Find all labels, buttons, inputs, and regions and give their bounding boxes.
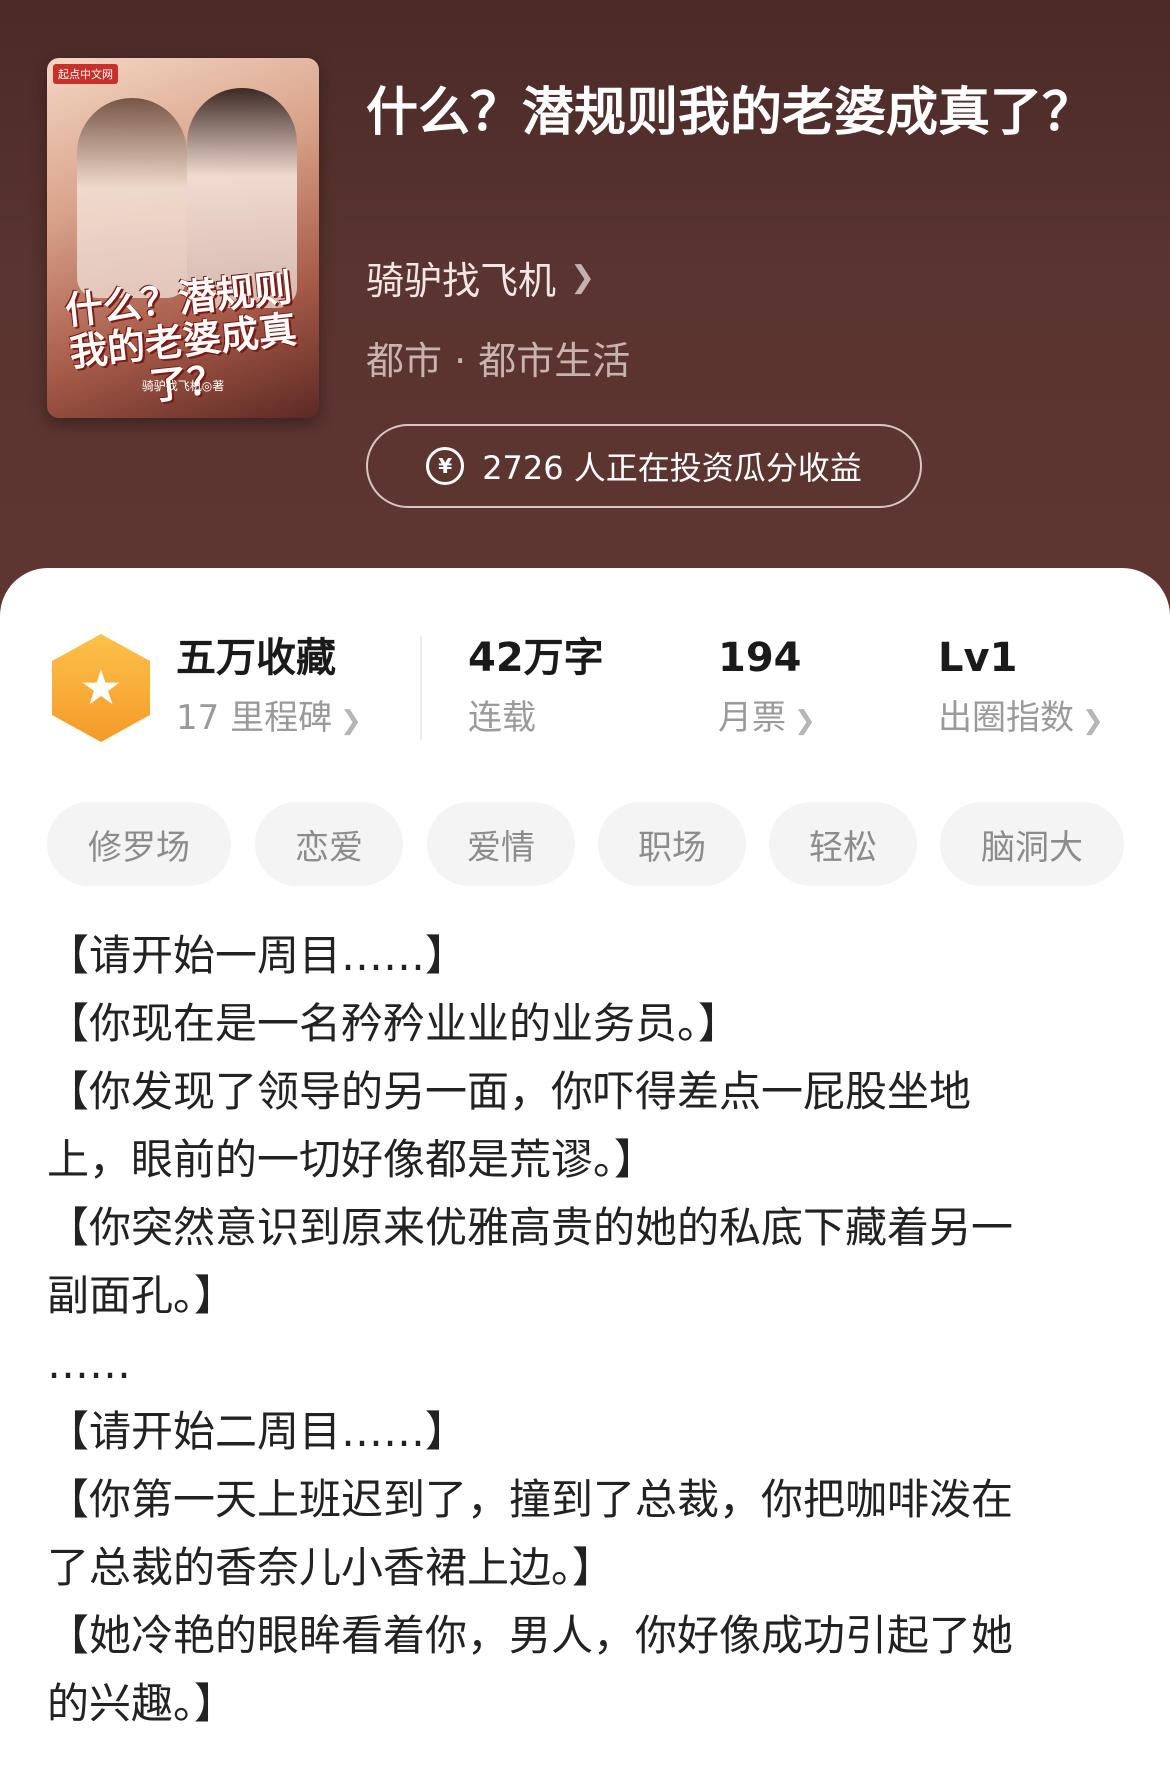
ticket-count: 194 <box>718 635 802 681</box>
tag-chip[interactable]: 脑洞大 <box>940 802 1124 886</box>
synopsis-line: 【你现在是一名矜矜业业的业务员。】 <box>47 999 741 1048</box>
author-link[interactable]: 骑驴找飞机 ❯ <box>366 250 595 305</box>
book-cover[interactable]: 起点中文网 什么？潜规则我的老婆成真了？ 骑驴找飞机◎著 <box>47 58 319 418</box>
tag-chip[interactable]: 轻松 <box>769 802 917 886</box>
collection-badge: ★ <box>52 634 150 742</box>
milestone-link[interactable]: 17 里程碑 ❯ <box>176 690 362 749</box>
level-value: Lv1 <box>938 635 1018 681</box>
stat-collection[interactable]: 五万收藏 17 里程碑 ❯ <box>176 630 362 749</box>
word-count: 42万字 <box>468 635 604 681</box>
stat-level[interactable]: Lv1 出圈指数 ❯ <box>938 630 1104 749</box>
stats-divider <box>420 636 422 740</box>
synopsis: 【请开始一周目……】 【你现在是一名矜矜业业的业务员。】 【你发现了领导的另一面… <box>47 922 1127 1738</box>
synopsis-line: 【你发现了领导的另一面，你吓得差点一屁股坐地 <box>47 1067 972 1116</box>
synopsis-line: 上，眼前的一切好像都是荒谬。】 <box>47 1135 657 1184</box>
synopsis-line: …… <box>47 1339 131 1388</box>
level-label: 出圈指数 <box>938 698 1074 738</box>
synopsis-line: 的兴趣。】 <box>47 1679 237 1728</box>
ticket-label: 月票 <box>718 698 786 738</box>
genre-label: 都市 · 都市生活 <box>366 339 631 383</box>
chevron-right-icon: ❯ <box>340 706 362 736</box>
milestone-label: 17 里程碑 <box>176 698 333 738</box>
stats-row: ★ 五万收藏 17 里程碑 ❯ 42万字 连载 194 月票 ❯ Lv1 出圈指数 ❯ <box>0 630 1170 750</box>
synopsis-line: 【请开始一周目……】 <box>47 931 468 980</box>
serial-status: 连载 <box>468 698 536 738</box>
synopsis-line: 【她冷艳的眼眸看着你，男人，你好像成功引起了她 <box>47 1611 1014 1660</box>
chevron-right-icon: ❯ <box>570 260 596 295</box>
synopsis-line: 【你第一天上班迟到了，撞到了总裁，你把咖啡泼在 <box>47 1475 1014 1524</box>
cover-publisher-badge: 起点中文网 <box>53 64 118 84</box>
author-name: 骑驴找飞机 <box>366 259 557 303</box>
synopsis-line: 【你突然意识到原来优雅高贵的她的私底下藏着另一 <box>47 1203 1014 1252</box>
cover-figure-left <box>77 98 187 298</box>
invest-text: 2726 人正在投资瓜分收益 <box>482 449 862 487</box>
tag-chip[interactable]: 爱情 <box>427 802 575 886</box>
chevron-right-icon: ❯ <box>794 706 816 736</box>
star-icon: ★ <box>79 660 123 716</box>
tag-chip[interactable]: 修罗场 <box>47 802 231 886</box>
synopsis-line: 了总裁的香奈儿小香裙上边。】 <box>47 1543 615 1592</box>
tag-chip[interactable]: 职场 <box>598 802 746 886</box>
ticket-link[interactable]: 月票 ❯ <box>718 690 816 749</box>
synopsis-line: 【请开始二周目……】 <box>47 1407 468 1456</box>
cover-title-art: 什么？潜规则我的老婆成真了？ <box>62 265 299 409</box>
synopsis-line: 副面孔。】 <box>47 1271 237 1320</box>
stat-tickets[interactable]: 194 月票 ❯ <box>718 630 816 749</box>
collection-count: 五万收藏 <box>176 635 336 681</box>
stat-words: 42万字 连载 <box>468 630 604 746</box>
cover-author: 骑驴找飞机◎著 <box>141 379 225 393</box>
level-link[interactable]: 出圈指数 ❯ <box>938 690 1104 749</box>
tag-chip[interactable]: 恋爱 <box>255 802 403 886</box>
invest-button[interactable]: ¥ 2726 人正在投资瓜分收益 <box>366 424 922 508</box>
book-title: 什么？潜规则我的老婆成真了？ <box>366 83 1095 143</box>
chevron-right-icon: ❯ <box>1082 706 1104 736</box>
yen-circle-icon: ¥ <box>426 447 465 485</box>
tag-list: 修罗场 恋爱 爱情 职场 轻松 脑洞大 <box>47 802 1127 886</box>
